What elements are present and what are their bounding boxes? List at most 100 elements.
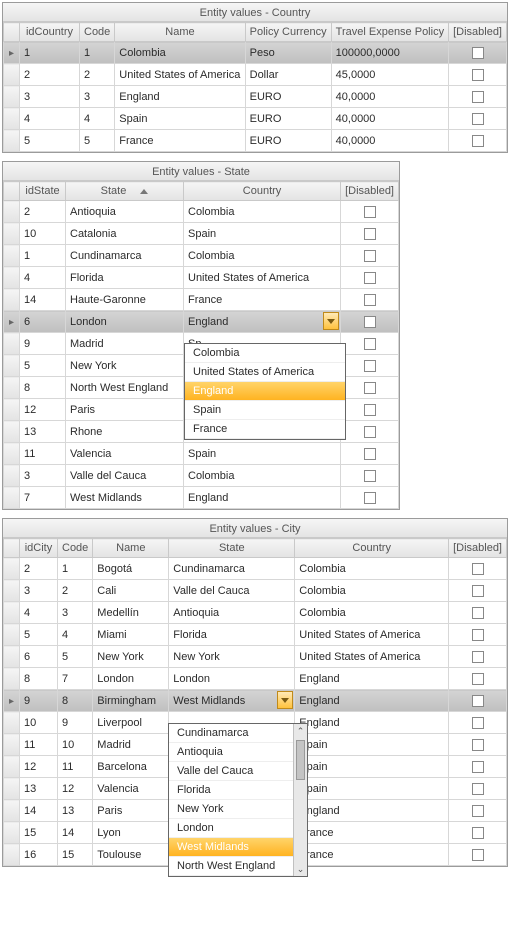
cell-policy[interactable]: 100000,0000 [331,42,448,64]
cell-name[interactable]: Barcelona [93,756,169,778]
table-row[interactable]: 55FranceEURO40,0000 [4,130,507,152]
checkbox[interactable] [364,338,376,350]
checkbox[interactable] [364,294,376,306]
row-selector[interactable] [4,668,20,690]
col-name[interactable]: Name [115,23,245,42]
checkbox[interactable] [364,360,376,372]
checkbox[interactable] [472,717,484,729]
cell-disabled[interactable] [449,108,507,130]
checkbox[interactable] [364,448,376,460]
cell-disabled[interactable] [449,800,507,822]
checkbox[interactable] [472,849,484,861]
col-idstate[interactable]: idState [20,182,66,201]
cell-state[interactable]: London [66,311,184,333]
table-row[interactable]: 87LondonLondonEngland [4,668,507,690]
dropdown-option[interactable]: Florida [169,781,293,800]
cell-code[interactable]: 2 [80,64,115,86]
cell-country[interactable]: England [295,690,449,712]
checkbox[interactable] [364,272,376,284]
row-selector[interactable] [4,778,20,800]
cell-disabled[interactable] [341,333,399,355]
cell-id[interactable]: 3 [20,580,58,602]
cell-disabled[interactable] [341,267,399,289]
row-selector[interactable] [4,267,20,289]
cell-name[interactable]: Madrid [93,734,169,756]
dropdown-option[interactable]: North West England [169,857,293,876]
cell-disabled[interactable] [449,42,507,64]
cell-code[interactable]: 7 [58,668,93,690]
cell-country[interactable]: England [295,712,449,734]
dropdown-option[interactable]: Colombia [185,344,345,363]
table-row[interactable]: 1CundinamarcaColombia [4,245,399,267]
cell-state[interactable]: Valencia [66,443,184,465]
col-country[interactable]: Country [295,539,449,558]
cell-id[interactable]: 6 [20,311,66,333]
cell-country[interactable]: England [184,487,341,509]
cell-country[interactable]: Spain [295,778,449,800]
cell-state[interactable]: Antioquia [169,602,295,624]
cell-id[interactable]: 9 [20,333,66,355]
cell-state[interactable]: Catalonia [66,223,184,245]
cell-code[interactable]: 4 [80,108,115,130]
cell-id[interactable]: 10 [20,223,66,245]
row-selector[interactable] [4,421,20,443]
cell-id[interactable]: 10 [20,712,58,734]
table-row[interactable]: 4FloridaUnited States of America [4,267,399,289]
cell-id[interactable]: 2 [20,558,58,580]
cell-id[interactable]: 11 [20,443,66,465]
cell-code[interactable]: 14 [58,822,93,844]
cell-state[interactable]: London [169,668,295,690]
checkbox[interactable] [364,250,376,262]
checkbox[interactable] [364,228,376,240]
cell-country[interactable]: Colombia [184,201,341,223]
cell-disabled[interactable] [341,421,399,443]
dropdown-scrollbar[interactable]: ⌃⌄ [293,724,307,876]
cell-code[interactable]: 8 [58,690,93,712]
cell-id[interactable]: 2 [20,201,66,223]
state-dropdown[interactable]: CundinamarcaAntioquiaValle del CaucaFlor… [168,723,308,877]
row-selector[interactable] [4,333,20,355]
cell-disabled[interactable] [449,64,507,86]
cell-country[interactable]: Colombia [295,558,449,580]
checkbox[interactable] [472,805,484,817]
checkbox[interactable] [472,47,484,59]
cell-id[interactable]: 16 [20,844,58,866]
cell-country[interactable]: Spain [295,756,449,778]
cell-country[interactable]: France [295,822,449,844]
cell-country[interactable]: United States of America [184,267,341,289]
table-row[interactable]: 32CaliValle del CaucaColombia [4,580,507,602]
cell-id[interactable]: 9 [20,690,58,712]
cell-code[interactable]: 15 [58,844,93,866]
cell-state[interactable]: Cundinamarca [169,558,295,580]
row-selector[interactable] [4,822,20,844]
row-selector[interactable] [4,690,20,712]
cell-name[interactable]: Liverpool [93,712,169,734]
table-row[interactable]: 10CataloniaSpain [4,223,399,245]
cell-disabled[interactable] [449,690,507,712]
cell-id[interactable]: 11 [20,734,58,756]
dropdown-button[interactable] [323,312,339,330]
cell-code[interactable]: 2 [58,580,93,602]
cell-state[interactable]: New York [66,355,184,377]
cell-country[interactable]: Spain [295,734,449,756]
cell-policy[interactable]: 40,0000 [331,130,448,152]
cell-country[interactable]: England [295,668,449,690]
dropdown-option[interactable]: New York [169,800,293,819]
checkbox[interactable] [472,135,484,147]
cell-code[interactable]: 10 [58,734,93,756]
row-selector[interactable] [4,245,20,267]
row-selector[interactable] [4,558,20,580]
row-selector[interactable] [4,465,20,487]
col-state[interactable]: State [169,539,295,558]
cell-country[interactable]: England [184,311,341,333]
cell-name[interactable]: United States of America [115,64,245,86]
checkbox[interactable] [472,739,484,751]
cell-name[interactable]: Toulouse [93,844,169,866]
cell-currency[interactable]: EURO [245,108,331,130]
table-row[interactable]: 2AntioquiaColombia [4,201,399,223]
cell-state[interactable]: Haute-Garonne [66,289,184,311]
cell-id[interactable]: 4 [20,267,66,289]
cell-name[interactable]: New York [93,646,169,668]
cell-disabled[interactable] [341,311,399,333]
row-selector[interactable] [4,289,20,311]
